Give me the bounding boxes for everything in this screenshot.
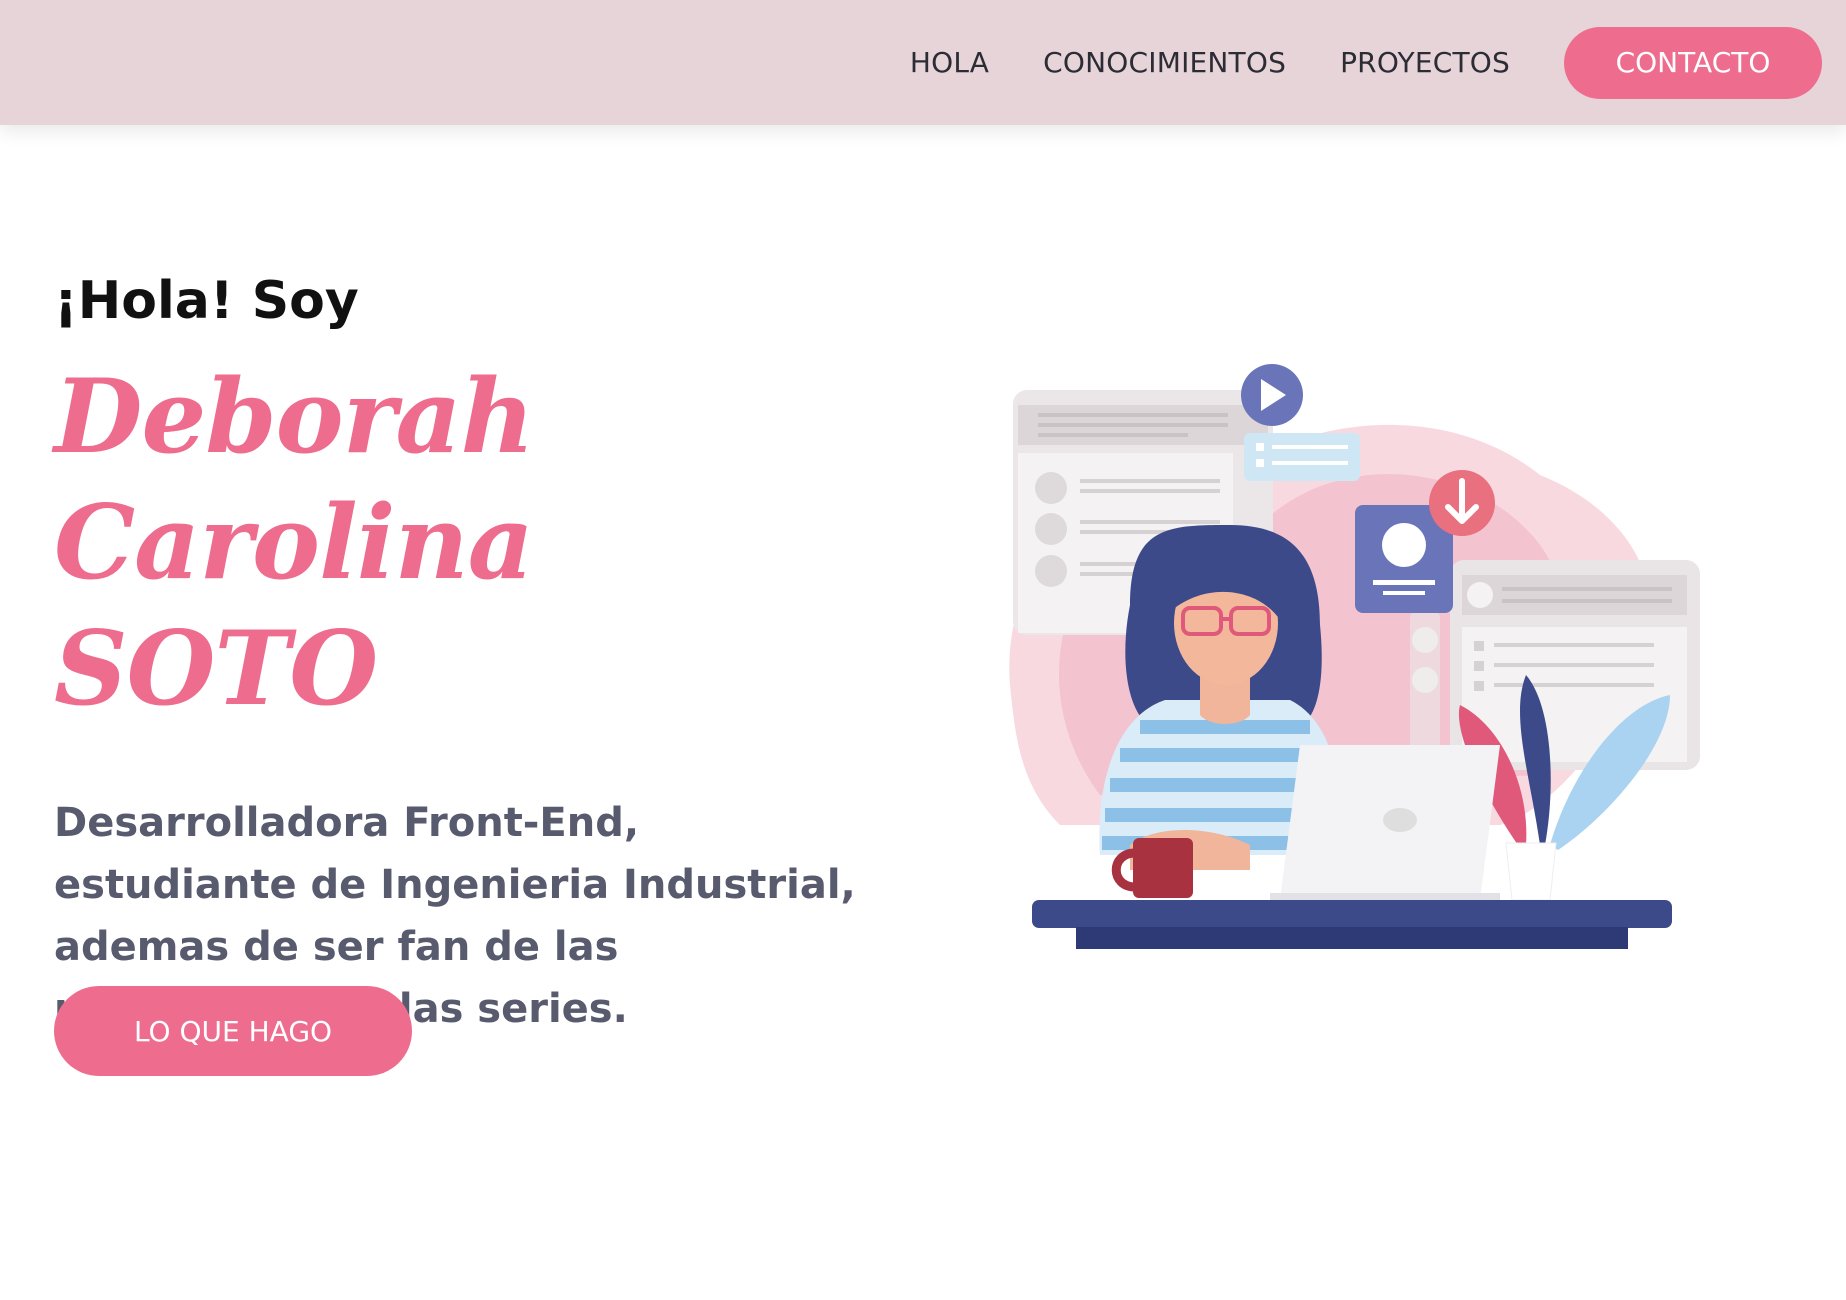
list-card [1244,433,1360,481]
desk [1032,900,1672,949]
what-i-do-button[interactable]: LO QUE HAGO [54,986,412,1076]
hero-greeting: ¡Hola! Soy [54,271,359,331]
description-line-2: estudiante de Ingenieria Industrial, [54,862,856,909]
download-icon [1429,470,1495,536]
description-line-1: Desarrolladora Front-End, [54,800,640,847]
developer-illustration [1009,364,1700,949]
contact-button[interactable]: CONTACTO [1564,26,1822,99]
navbar: HOLA CONOCIMIENTOS PROYECTOS CONTACTO [0,0,1846,125]
hero-name: Deborah Carolina SOTO [54,354,934,732]
hero-name-line-2: SOTO [54,609,378,730]
hero-section: ¡Hola! Soy Deborah Carolina SOTO Desarro… [54,270,934,1040]
hero-name-line-1: Deborah Carolina [54,357,535,604]
nav-link-conocimientos[interactable]: CONOCIMIENTOS [1043,46,1286,79]
play-icon [1241,364,1303,426]
laptop-icon [1270,745,1500,905]
nav-link-proyectos[interactable]: PROYECTOS [1340,46,1510,79]
nav-link-hola[interactable]: HOLA [910,46,989,79]
description-line-3: ademas de ser fan de las [54,924,619,971]
